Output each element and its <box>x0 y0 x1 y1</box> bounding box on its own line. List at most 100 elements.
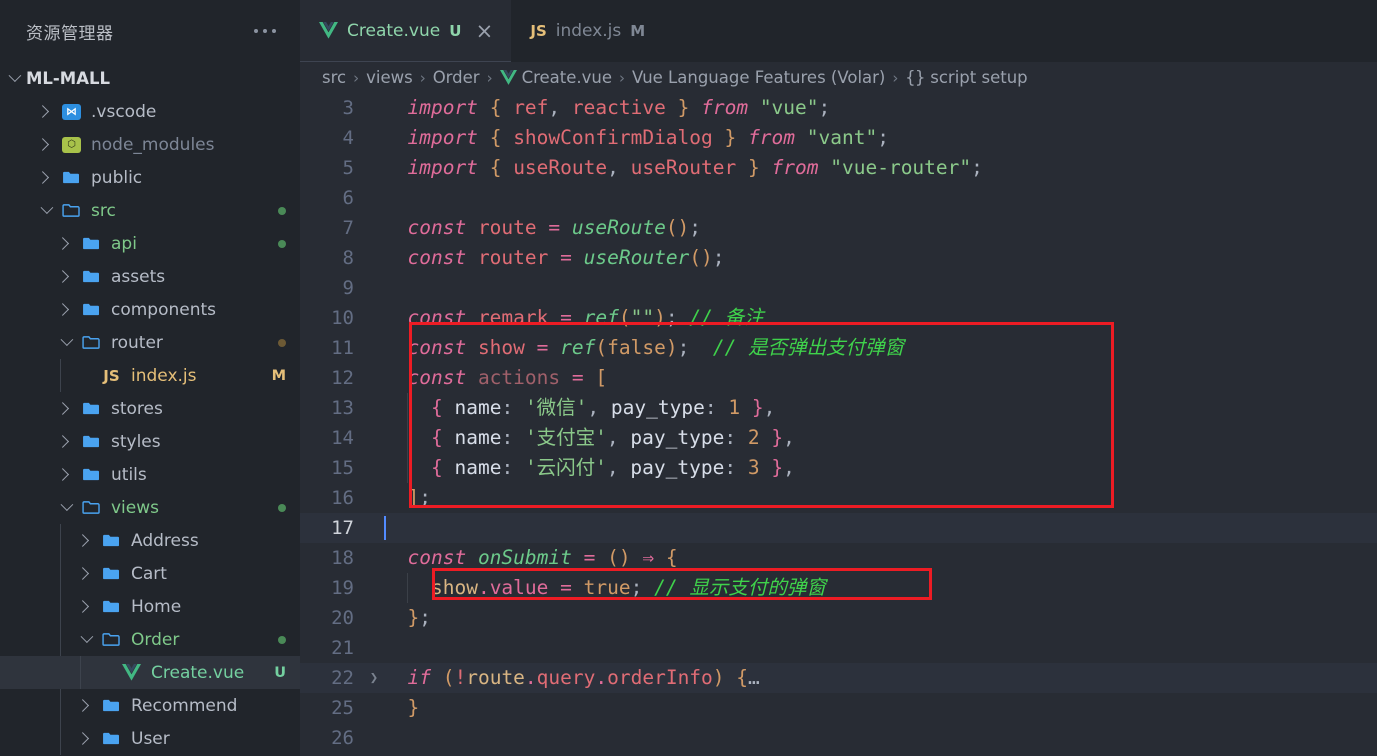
chevron-right-icon[interactable] <box>72 534 98 547</box>
code-line-4[interactable]: 4 import { showConfirmDialog } from "van… <box>300 123 1377 153</box>
code-line-20[interactable]: 20 }; <box>300 603 1377 633</box>
chevron-down-icon[interactable] <box>32 201 58 215</box>
chevron-right-icon[interactable] <box>52 270 78 283</box>
chevron-down-icon[interactable] <box>0 69 26 83</box>
line-number: 26 <box>331 727 354 749</box>
code-line-17[interactable]: 17 <box>300 513 1377 543</box>
chevron-down-icon[interactable] <box>72 630 98 644</box>
tree-item-components[interactable]: components <box>0 293 300 326</box>
code-token: 3 <box>747 456 760 479</box>
code-token: : <box>501 426 514 449</box>
chevron-right-icon[interactable] <box>52 468 78 481</box>
code-line-16[interactable]: 16 ]; <box>300 483 1377 513</box>
breadcrumb-separator: › <box>486 68 493 87</box>
tree-item-user[interactable]: User <box>0 722 300 755</box>
code-line-5[interactable]: 5 import { useRoute, useRouter } from "v… <box>300 153 1377 183</box>
code-line-13[interactable]: 13 { name: '微信', pay_type: 1 }, <box>300 393 1377 423</box>
chevron-right-icon[interactable] <box>52 435 78 448</box>
chevron-right-icon[interactable] <box>32 105 58 118</box>
code-line-12[interactable]: 12 const actions = [ <box>300 363 1377 393</box>
tree-item-utils[interactable]: utils <box>0 458 300 491</box>
chevron-right-icon[interactable] <box>32 171 58 184</box>
tree-item-api[interactable]: api <box>0 227 300 260</box>
code-line-14[interactable]: 14 { name: '支付宝', pay_type: 2 }, <box>300 423 1377 453</box>
chevron-right-icon[interactable] <box>32 138 58 151</box>
code-token: , <box>607 156 619 179</box>
editor-tab-index-js[interactable]: JS index.js M <box>511 0 662 62</box>
line-number: 6 <box>342 187 354 209</box>
code-token: ; <box>712 246 725 269</box>
code-token: { <box>430 396 443 419</box>
tree-item-status-dot <box>278 206 286 215</box>
tree-item-src[interactable]: src <box>0 194 300 227</box>
chevron-right-icon[interactable] <box>72 600 98 613</box>
breadcrumb-item-src[interactable]: src <box>322 68 346 87</box>
chevron-down-icon[interactable] <box>52 333 78 347</box>
editor-tab-create-vue[interactable]: Create.vue U × <box>300 0 512 62</box>
code-line-19[interactable]: 19 show.value = true; // 显示支付的弹窗 <box>300 573 1377 603</box>
tree-item-cart[interactable]: Cart <box>0 557 300 590</box>
code-token: { <box>430 426 443 449</box>
tree-item-create-vue[interactable]: Create.vue U <box>0 656 300 689</box>
code-line-6[interactable]: 6 <box>300 183 1377 213</box>
tree-item-node-modules[interactable]: ⬡ node_modules <box>0 128 300 161</box>
breadcrumb-item-vue-language-features-volar-[interactable]: Vue Language Features (Volar) <box>632 68 885 87</box>
vue-file-icon <box>499 69 517 86</box>
code-token: = <box>560 576 572 599</box>
breadcrumb-item-order[interactable]: Order <box>433 68 480 87</box>
tree-root-ml-mall[interactable]: ML-MALL <box>0 62 300 95</box>
fold-chevron-right-icon[interactable]: ❯ <box>364 663 384 693</box>
code-line-18[interactable]: 18 const onSubmit = () ⇒ { <box>300 543 1377 573</box>
code-line-7[interactable]: 7 const route = useRoute(); <box>300 213 1377 243</box>
code-line-22[interactable]: 22 ❯ if (!route.query.orderInfo) {… <box>300 663 1377 693</box>
explorer-sidebar: 资源管理器 ML-MALL ⋈ .vscode ⬡ node_modules public… <box>0 0 300 756</box>
code-line-26[interactable]: 26 <box>300 723 1377 753</box>
chevron-right-icon[interactable] <box>52 402 78 415</box>
code-line-15[interactable]: 15 { name: '云闪付', pay_type: 3 }, <box>300 453 1377 483</box>
tree-item-public[interactable]: public <box>0 161 300 194</box>
code-line-9[interactable]: 9 <box>300 273 1377 303</box>
breadcrumb-item-script-setup[interactable]: {} script setup <box>905 68 1027 87</box>
tree-item-address[interactable]: Address <box>0 524 300 557</box>
tree-item--vscode[interactable]: ⋈ .vscode <box>0 95 300 128</box>
breadcrumb-label: Vue Language Features (Volar) <box>632 68 886 87</box>
tree-item-home[interactable]: Home <box>0 590 300 623</box>
tree-item-styles[interactable]: styles <box>0 425 300 458</box>
close-icon[interactable]: × <box>474 20 494 41</box>
code-token: . <box>595 666 608 689</box>
tree-item-recommend[interactable]: Recommend <box>0 689 300 722</box>
breadcrumb-item-views[interactable]: views <box>366 68 413 87</box>
tree-item-label: Address <box>131 530 199 551</box>
tree-item-stores[interactable]: stores <box>0 392 300 425</box>
code-token: = <box>583 546 596 569</box>
code-line-10[interactable]: 10 const remark = ref(""); // 备注 <box>300 303 1377 333</box>
chevron-right-icon[interactable] <box>72 732 98 745</box>
tree-item-router[interactable]: router <box>0 326 300 359</box>
tree-item-views[interactable]: views <box>0 491 300 524</box>
code-token: ref <box>513 96 549 119</box>
chevron-down-icon[interactable] <box>52 498 78 512</box>
code-line-25[interactable]: 25 } <box>300 693 1377 723</box>
tree-item-order[interactable]: Order <box>0 623 300 656</box>
line-number: 3 <box>342 97 354 119</box>
code-line-21[interactable]: 21 <box>300 633 1377 663</box>
code-line-3[interactable]: 3 import { ref, reactive } from "vue"; <box>300 93 1377 123</box>
code-line-8[interactable]: 8 const router = useRouter(); <box>300 243 1377 273</box>
chevron-right-icon[interactable] <box>52 237 78 250</box>
chevron-right-icon[interactable] <box>52 303 78 316</box>
code-editor[interactable]: 3 import { ref, reactive } from "vue"; 4 … <box>300 93 1377 756</box>
tree-item-index-js[interactable]: JS index.js M <box>0 359 300 392</box>
code-line-11[interactable]: 11 const show = ref(false); // 是否弹出支付弹窗 <box>300 333 1377 363</box>
explorer-more-actions-icon[interactable] <box>248 23 282 39</box>
chevron-right-icon[interactable] <box>72 567 98 580</box>
tree-item-label: assets <box>111 266 166 287</box>
tree-item-assets[interactable]: assets <box>0 260 300 293</box>
chevron-right-icon[interactable] <box>72 699 98 712</box>
breadcrumb-item-create-vue[interactable]: Create.vue <box>499 68 612 87</box>
